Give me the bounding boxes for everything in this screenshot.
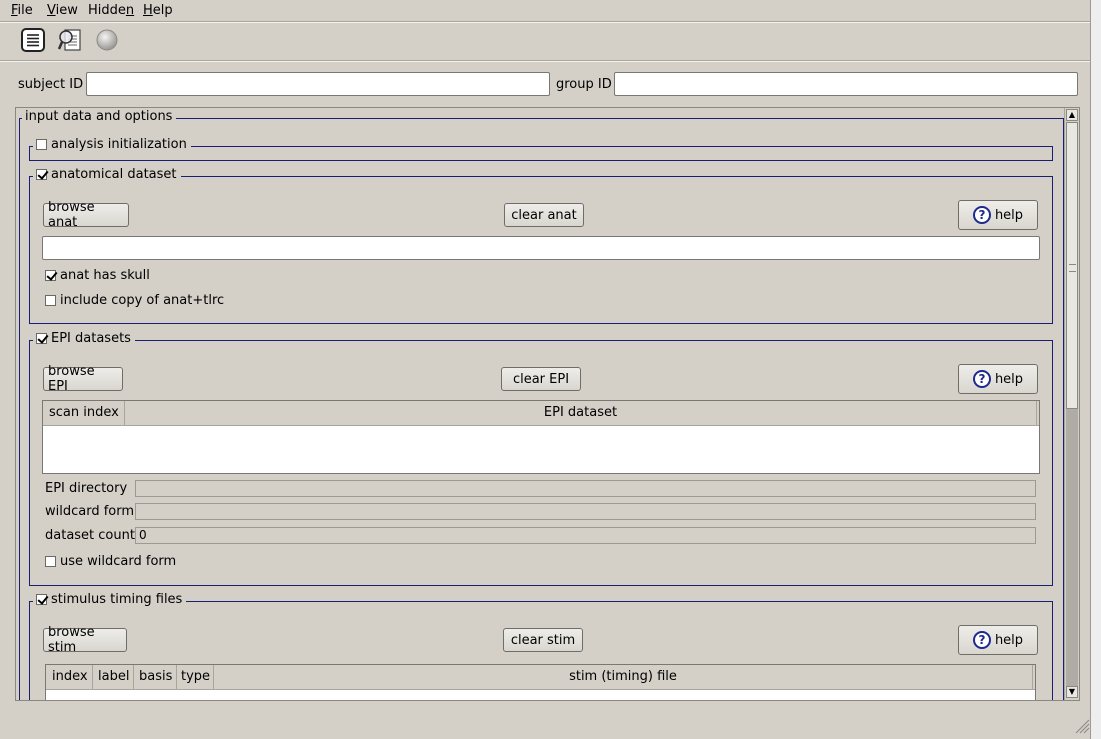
col-index[interactable]: index <box>46 665 93 689</box>
stim-label: stimulus timing files <box>51 592 183 607</box>
epi-dir-label: EPI directory <box>45 481 128 496</box>
anat-label: anatomical dataset <box>51 167 177 182</box>
clear-anat-button[interactable]: clear anat <box>504 203 584 227</box>
search-document-icon[interactable] <box>57 27 83 53</box>
epi-dir-field <box>135 480 1036 497</box>
stim-checkbox[interactable] <box>36 594 47 605</box>
epi-help-label: help <box>994 371 1024 387</box>
document-list-icon[interactable] <box>20 27 46 53</box>
group-id-label: group ID <box>556 77 612 92</box>
anat-skull-option[interactable]: anat has skull <box>45 268 150 283</box>
anat-header[interactable]: anatomical dataset <box>33 167 181 182</box>
help-icon: ? <box>972 631 991 649</box>
stim-help-button[interactable]: ? help <box>958 625 1038 655</box>
group-id-field[interactable] <box>614 72 1078 96</box>
menu-file[interactable]: File <box>11 3 33 18</box>
menu-hidden[interactable]: Hidden <box>88 3 134 18</box>
dataset-count-label: dataset count <box>45 528 135 543</box>
col-label[interactable]: label <box>93 665 134 689</box>
col-epi-dataset[interactable]: EPI dataset <box>125 401 1037 425</box>
subject-id-label: subject ID <box>18 77 84 92</box>
wildcard-form-label: wildcard form <box>45 504 135 519</box>
col-scan-index[interactable]: scan index <box>43 401 125 425</box>
stim-table-header: index label basis type stim (timing) fil… <box>46 665 1035 690</box>
browse-epi-button[interactable]: browse EPI <box>43 364 123 394</box>
scroll-down-arrow-icon[interactable]: ▼ <box>1066 686 1078 698</box>
anat-copy-option[interactable]: include copy of anat+tlrc <box>45 293 224 308</box>
anat-skull-checkbox[interactable] <box>45 270 56 281</box>
menu-bar: File View Hidden Help <box>0 0 1090 22</box>
epi-label: EPI datasets <box>51 331 131 346</box>
browse-anat-button[interactable]: browse anat <box>43 200 129 230</box>
use-wildcard-label: use wildcard form <box>60 554 177 569</box>
disabled-circle-icon <box>95 28 121 54</box>
menu-view[interactable]: View <box>47 3 78 18</box>
epi-table[interactable]: scan index EPI dataset <box>42 400 1040 474</box>
col-stim-file[interactable]: stim (timing) file <box>214 665 1033 689</box>
use-wildcard-option[interactable]: use wildcard form <box>45 554 176 569</box>
menu-help[interactable]: Help <box>143 3 173 18</box>
anat-copy-label: include copy of anat+tlrc <box>60 293 225 308</box>
resize-grip-icon[interactable] <box>1072 716 1090 734</box>
stim-table[interactable]: index label basis type stim (timing) fil… <box>45 664 1036 700</box>
options-scroll-area: input data and options analysis initiali… <box>15 107 1080 701</box>
clear-epi-button[interactable]: clear EPI <box>501 367 581 391</box>
anat-copy-checkbox[interactable] <box>45 295 56 306</box>
wildcard-form-field <box>135 503 1036 520</box>
epi-table-header: scan index EPI dataset <box>43 401 1039 426</box>
input-data-title: input data and options <box>22 109 177 124</box>
epi-help-button[interactable]: ? help <box>958 364 1038 394</box>
subject-id-field[interactable] <box>86 72 550 96</box>
scroll-thumb[interactable] <box>1066 122 1078 409</box>
epi-header[interactable]: EPI datasets <box>33 331 135 346</box>
anat-help-button[interactable]: ? help <box>958 200 1038 230</box>
help-icon: ? <box>972 206 991 224</box>
vertical-scrollbar[interactable]: ▲ ▼ <box>1064 108 1079 700</box>
stim-help-label: help <box>994 632 1024 648</box>
toolbar-separator <box>0 60 1090 62</box>
anat-help-label: help <box>994 207 1024 223</box>
clear-stim-button[interactable]: clear stim <box>503 628 583 652</box>
menu-separator <box>0 21 1090 23</box>
scroll-track[interactable] <box>1066 409 1078 686</box>
anat-path-field[interactable] <box>42 236 1040 260</box>
scroll-up-arrow-icon[interactable]: ▲ <box>1066 109 1078 121</box>
analysis-init-label: analysis initialization <box>51 137 187 152</box>
analysis-init-checkbox[interactable] <box>36 139 47 150</box>
browse-stim-button[interactable]: browse stim <box>43 625 127 655</box>
anat-checkbox[interactable] <box>36 169 47 180</box>
stim-header[interactable]: stimulus timing files <box>33 592 187 607</box>
col-type[interactable]: type <box>177 665 214 689</box>
analysis-init-header[interactable]: analysis initialization <box>33 137 191 152</box>
epi-checkbox[interactable] <box>36 333 47 344</box>
anat-skull-label: anat has skull <box>60 268 150 283</box>
window-edge <box>1090 0 1101 739</box>
use-wildcard-checkbox[interactable] <box>45 556 56 567</box>
dataset-count-field: 0 <box>135 527 1036 544</box>
col-basis[interactable]: basis <box>134 665 177 689</box>
help-icon: ? <box>972 370 991 388</box>
